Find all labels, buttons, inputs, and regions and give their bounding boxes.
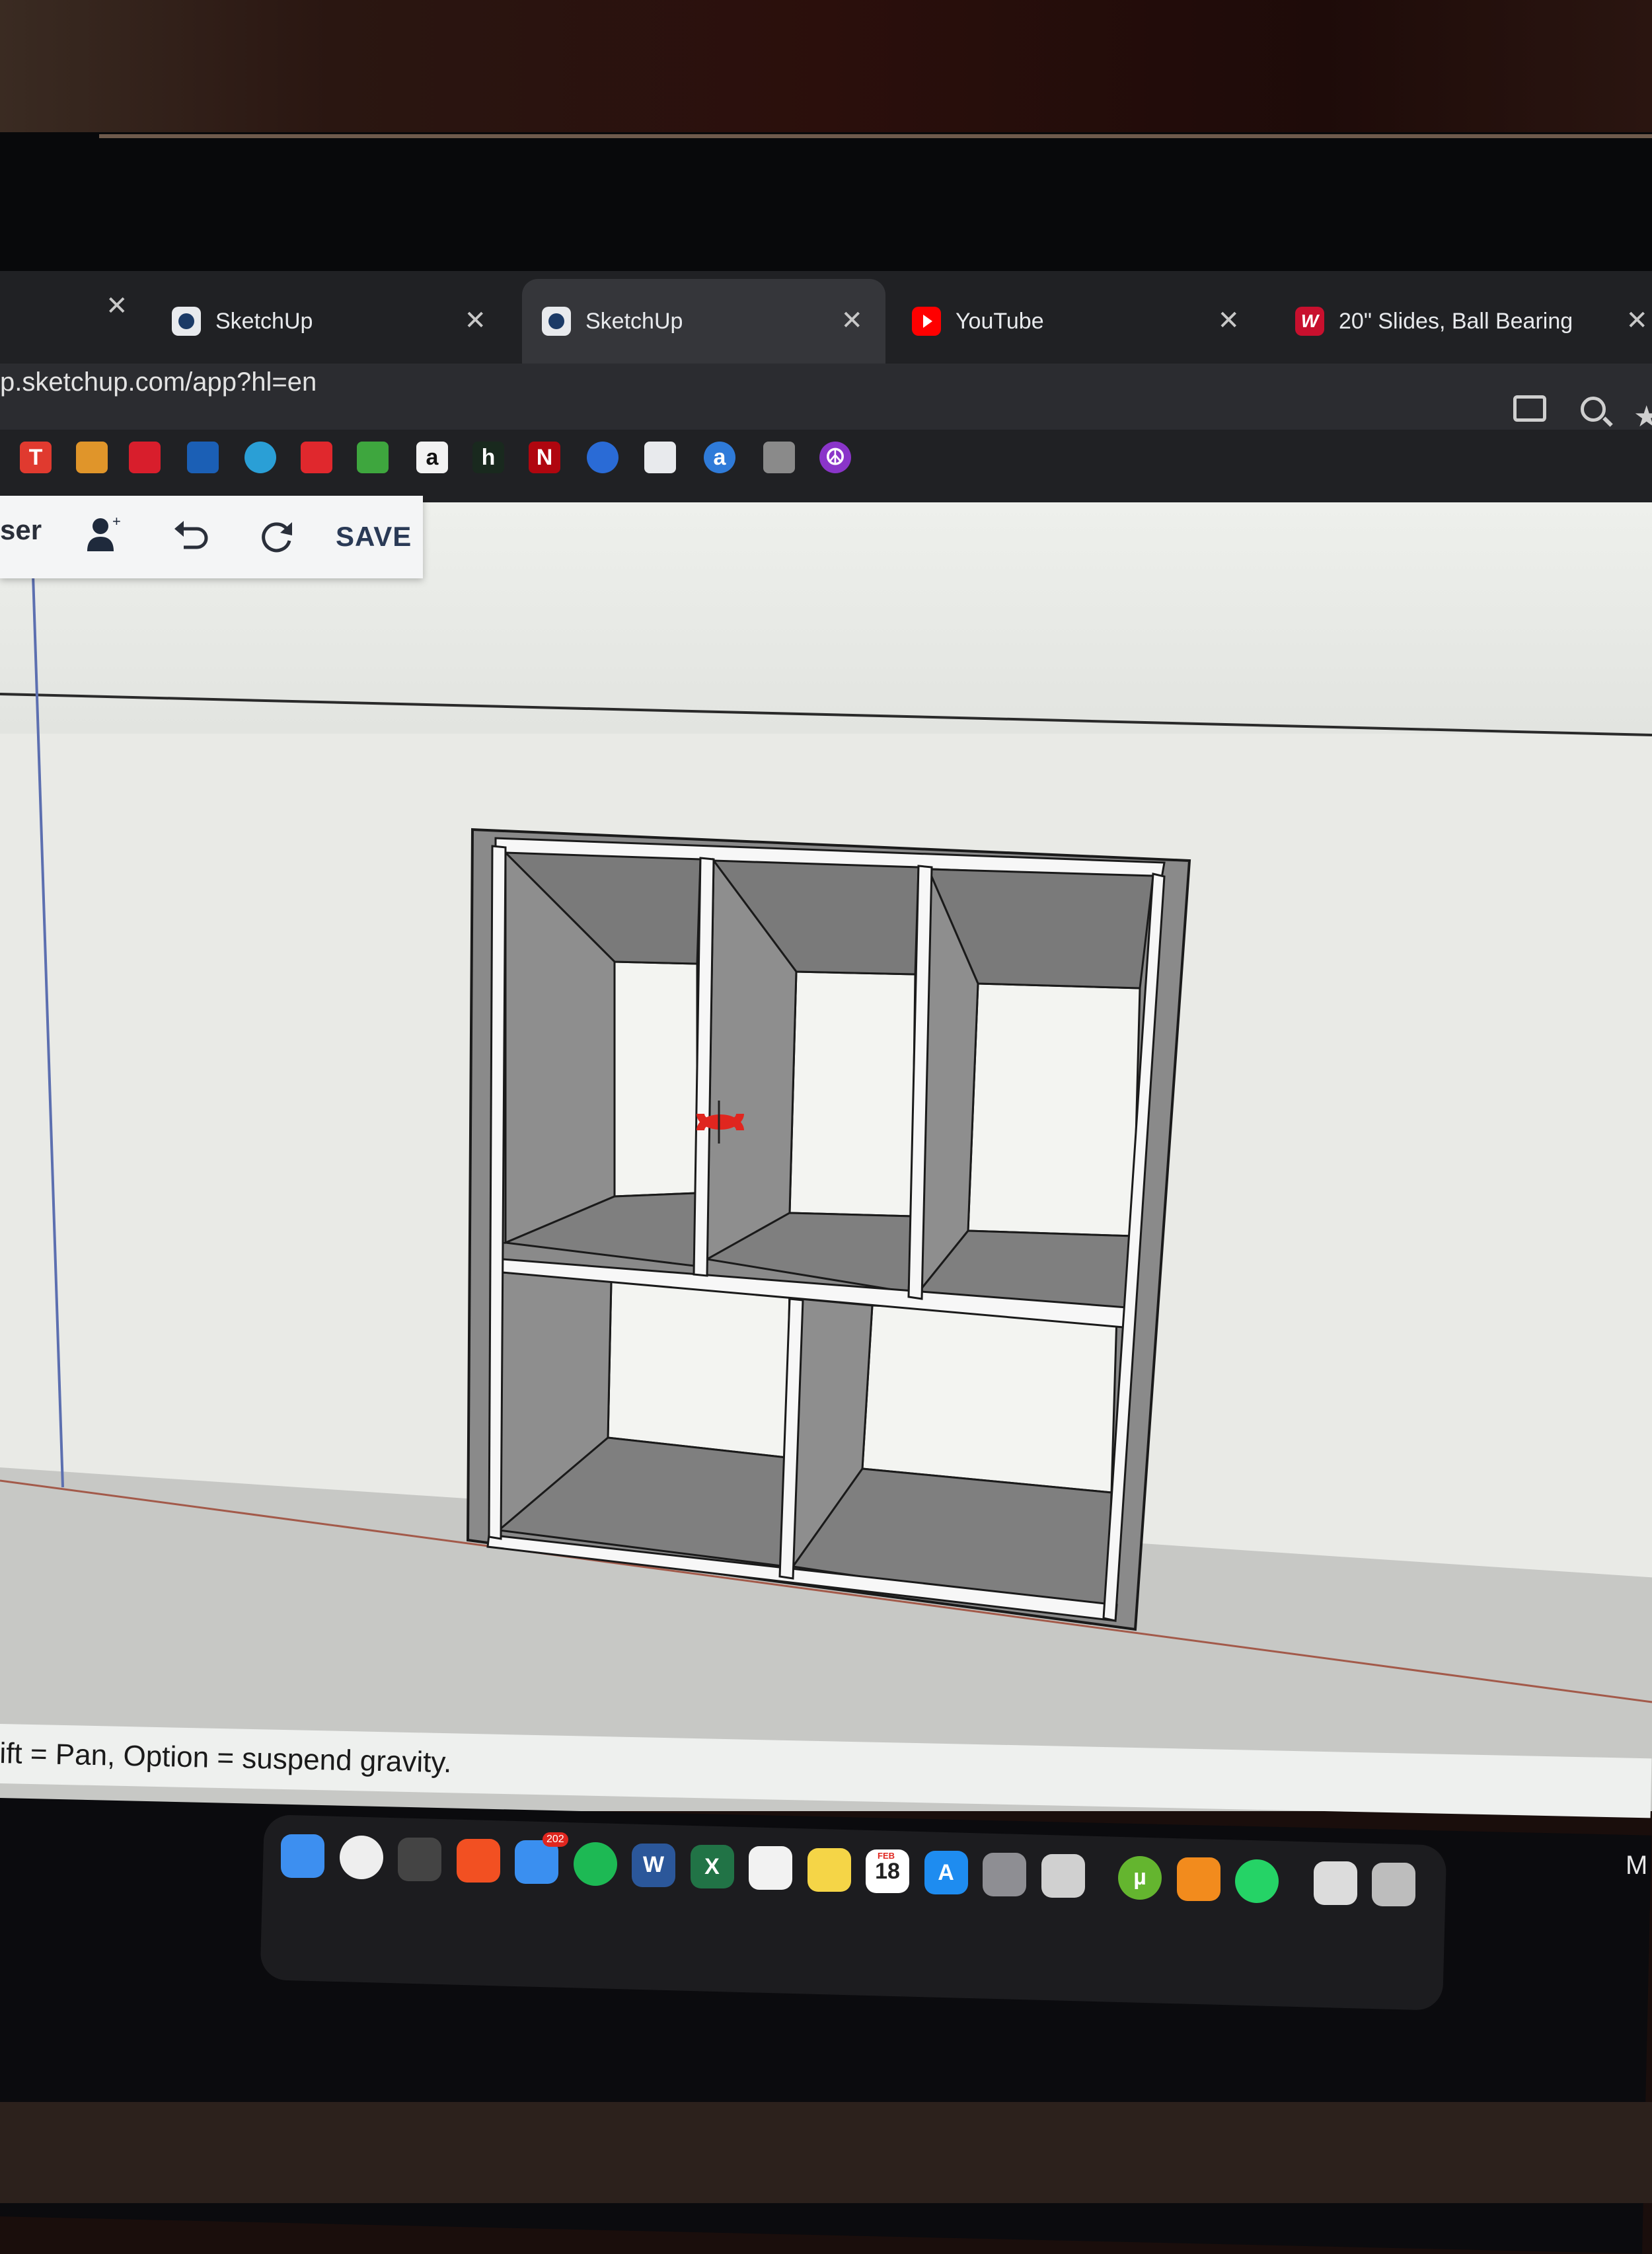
vlc-icon[interactable] [1176,1857,1220,1902]
desk-surface [0,2102,1652,2203]
spotify-icon[interactable] [573,1842,617,1886]
finder-icon[interactable] [281,1834,324,1878]
undo-icon[interactable] [170,517,210,553]
back-panel [607,1280,791,1459]
notes-icon[interactable] [807,1847,851,1892]
back-panel [967,982,1141,1237]
word-icon[interactable]: W [632,1843,675,1887]
app-store-icon[interactable]: A [924,1851,968,1895]
keychain-icon[interactable] [398,1837,441,1881]
add-user-icon[interactable]: + [85,514,124,554]
save-button[interactable]: SAVE [336,521,412,553]
calculator-icon[interactable] [1041,1853,1085,1898]
back-panel [788,970,917,1218]
mail-icon[interactable] [515,1840,558,1885]
whatsapp-icon[interactable] [1235,1859,1279,1903]
redo-icon[interactable] [256,517,296,553]
green-axis-line [32,574,64,1488]
photos-icon[interactable] [749,1846,792,1890]
user-label: ser [0,514,42,545]
dock-right-label: M [1626,1851,1648,1880]
back-panel [861,1304,1118,1494]
excel-icon[interactable]: X [690,1845,734,1889]
svg-text:+: + [112,514,121,529]
files-icon[interactable] [1313,1861,1357,1905]
back-panel [613,960,698,1198]
calendar-month: FEB [878,1851,895,1861]
trash-icon[interactable] [1372,1862,1415,1906]
chrome-icon[interactable] [339,1836,383,1880]
horizon-line [0,693,1652,736]
utorrent-icon[interactable]: µ [1118,1855,1162,1900]
brave-icon[interactable] [456,1838,500,1883]
system-settings-icon[interactable] [983,1852,1026,1896]
mail-badge: 202 [543,1832,568,1847]
